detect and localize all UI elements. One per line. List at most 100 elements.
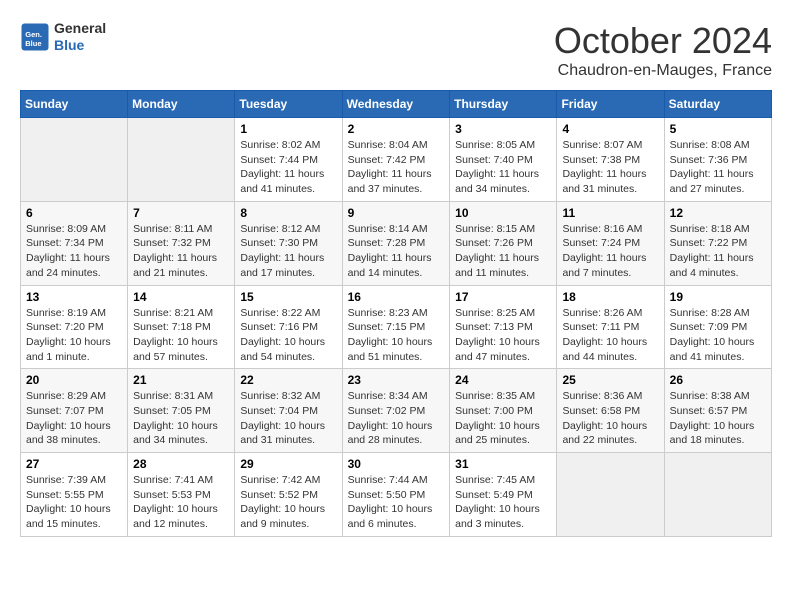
- weekday-header: Saturday: [664, 91, 771, 118]
- day-info: Sunrise: 8:25 AM Sunset: 7:13 PM Dayligh…: [455, 306, 551, 365]
- day-info: Sunrise: 7:39 AM Sunset: 5:55 PM Dayligh…: [26, 473, 122, 532]
- calendar-cell: 28 Sunrise: 7:41 AM Sunset: 5:53 PM Dayli…: [128, 453, 235, 537]
- day-info: Sunrise: 8:32 AM Sunset: 7:04 PM Dayligh…: [240, 389, 336, 448]
- day-info: Sunrise: 8:21 AM Sunset: 7:18 PM Dayligh…: [133, 306, 229, 365]
- day-number: 2: [348, 122, 445, 136]
- day-number: 15: [240, 290, 336, 304]
- logo: Gen. Blue General Blue: [20, 20, 106, 54]
- day-number: 22: [240, 373, 336, 387]
- calendar-cell: [664, 453, 771, 537]
- day-number: 23: [348, 373, 445, 387]
- day-number: 28: [133, 457, 229, 471]
- day-number: 14: [133, 290, 229, 304]
- day-info: Sunrise: 8:05 AM Sunset: 7:40 PM Dayligh…: [455, 138, 551, 197]
- calendar-cell: 27 Sunrise: 7:39 AM Sunset: 5:55 PM Dayli…: [21, 453, 128, 537]
- logo-icon: Gen. Blue: [20, 22, 50, 52]
- day-number: 6: [26, 206, 122, 220]
- day-info: Sunrise: 8:36 AM Sunset: 6:58 PM Dayligh…: [562, 389, 658, 448]
- calendar-cell: 29 Sunrise: 7:42 AM Sunset: 5:52 PM Dayli…: [235, 453, 342, 537]
- day-info: Sunrise: 7:41 AM Sunset: 5:53 PM Dayligh…: [133, 473, 229, 532]
- day-number: 19: [670, 290, 766, 304]
- day-info: Sunrise: 8:19 AM Sunset: 7:20 PM Dayligh…: [26, 306, 122, 365]
- weekday-header: Tuesday: [235, 91, 342, 118]
- calendar-cell: 26 Sunrise: 8:38 AM Sunset: 6:57 PM Dayli…: [664, 369, 771, 453]
- day-number: 7: [133, 206, 229, 220]
- calendar-week-row: 6 Sunrise: 8:09 AM Sunset: 7:34 PM Daylig…: [21, 201, 772, 285]
- day-info: Sunrise: 8:08 AM Sunset: 7:36 PM Dayligh…: [670, 138, 766, 197]
- calendar-table: SundayMondayTuesdayWednesdayThursdayFrid…: [20, 90, 772, 537]
- calendar-cell: [557, 453, 664, 537]
- calendar-cell: 31 Sunrise: 7:45 AM Sunset: 5:49 PM Dayli…: [450, 453, 557, 537]
- weekday-header: Wednesday: [342, 91, 450, 118]
- day-info: Sunrise: 8:02 AM Sunset: 7:44 PM Dayligh…: [240, 138, 336, 197]
- calendar-cell: 17 Sunrise: 8:25 AM Sunset: 7:13 PM Dayli…: [450, 285, 557, 369]
- day-number: 1: [240, 122, 336, 136]
- calendar-cell: 10 Sunrise: 8:15 AM Sunset: 7:26 PM Dayli…: [450, 201, 557, 285]
- day-info: Sunrise: 7:45 AM Sunset: 5:49 PM Dayligh…: [455, 473, 551, 532]
- day-number: 30: [348, 457, 445, 471]
- calendar-cell: 13Sunrise: 8:19 AM Sunset: 7:20 PM Dayli…: [21, 285, 128, 369]
- day-info: Sunrise: 8:28 AM Sunset: 7:09 PM Dayligh…: [670, 306, 766, 365]
- weekday-header: Friday: [557, 91, 664, 118]
- calendar-cell: 15Sunrise: 8:22 AM Sunset: 7:16 PM Dayli…: [235, 285, 342, 369]
- month-title: October 2024: [554, 20, 772, 62]
- calendar-week-row: 13Sunrise: 8:19 AM Sunset: 7:20 PM Dayli…: [21, 285, 772, 369]
- day-number: 3: [455, 122, 551, 136]
- calendar-cell: 6 Sunrise: 8:09 AM Sunset: 7:34 PM Daylig…: [21, 201, 128, 285]
- day-info: Sunrise: 8:26 AM Sunset: 7:11 PM Dayligh…: [562, 306, 658, 365]
- svg-text:Gen.: Gen.: [25, 30, 42, 39]
- page-header: Gen. Blue General Blue October 2024 Chau…: [20, 20, 772, 80]
- day-info: Sunrise: 8:09 AM Sunset: 7:34 PM Dayligh…: [26, 222, 122, 281]
- location: Chaudron-en-Mauges, France: [554, 62, 772, 80]
- day-info: Sunrise: 8:11 AM Sunset: 7:32 PM Dayligh…: [133, 222, 229, 281]
- day-number: 29: [240, 457, 336, 471]
- day-number: 18: [562, 290, 658, 304]
- calendar-cell: 7 Sunrise: 8:11 AM Sunset: 7:32 PM Daylig…: [128, 201, 235, 285]
- calendar-cell: 23 Sunrise: 8:34 AM Sunset: 7:02 PM Dayli…: [342, 369, 450, 453]
- calendar-cell: [128, 118, 235, 202]
- day-number: 20: [26, 373, 122, 387]
- calendar-cell: 14 Sunrise: 8:21 AM Sunset: 7:18 PM Dayli…: [128, 285, 235, 369]
- calendar-cell: 22 Sunrise: 8:32 AM Sunset: 7:04 PM Dayli…: [235, 369, 342, 453]
- day-number: 9: [348, 206, 445, 220]
- day-info: Sunrise: 8:29 AM Sunset: 7:07 PM Dayligh…: [26, 389, 122, 448]
- day-info: Sunrise: 7:44 AM Sunset: 5:50 PM Dayligh…: [348, 473, 445, 532]
- calendar-cell: 21 Sunrise: 8:31 AM Sunset: 7:05 PM Dayli…: [128, 369, 235, 453]
- day-info: Sunrise: 8:31 AM Sunset: 7:05 PM Dayligh…: [133, 389, 229, 448]
- day-number: 27: [26, 457, 122, 471]
- calendar-cell: 19 Sunrise: 8:28 AM Sunset: 7:09 PM Dayli…: [664, 285, 771, 369]
- day-number: 17: [455, 290, 551, 304]
- calendar-week-row: 27 Sunrise: 7:39 AM Sunset: 5:55 PM Dayli…: [21, 453, 772, 537]
- day-number: 8: [240, 206, 336, 220]
- day-info: Sunrise: 8:14 AM Sunset: 7:28 PM Dayligh…: [348, 222, 445, 281]
- calendar-cell: 1 Sunrise: 8:02 AM Sunset: 7:44 PM Daylig…: [235, 118, 342, 202]
- calendar-header-row: SundayMondayTuesdayWednesdayThursdayFrid…: [21, 91, 772, 118]
- calendar-cell: 4Sunrise: 8:07 AM Sunset: 7:38 PM Daylig…: [557, 118, 664, 202]
- calendar-cell: [21, 118, 128, 202]
- weekday-header: Thursday: [450, 91, 557, 118]
- day-number: 5: [670, 122, 766, 136]
- day-number: 12: [670, 206, 766, 220]
- calendar-cell: 16Sunrise: 8:23 AM Sunset: 7:15 PM Dayli…: [342, 285, 450, 369]
- day-info: Sunrise: 7:42 AM Sunset: 5:52 PM Dayligh…: [240, 473, 336, 532]
- svg-text:Blue: Blue: [25, 39, 41, 48]
- weekday-header: Monday: [128, 91, 235, 118]
- calendar-cell: 3 Sunrise: 8:05 AM Sunset: 7:40 PM Daylig…: [450, 118, 557, 202]
- calendar-cell: 11Sunrise: 8:16 AM Sunset: 7:24 PM Dayli…: [557, 201, 664, 285]
- day-number: 11: [562, 206, 658, 220]
- calendar-cell: 12 Sunrise: 8:18 AM Sunset: 7:22 PM Dayli…: [664, 201, 771, 285]
- day-info: Sunrise: 8:04 AM Sunset: 7:42 PM Dayligh…: [348, 138, 445, 197]
- day-number: 31: [455, 457, 551, 471]
- day-info: Sunrise: 8:15 AM Sunset: 7:26 PM Dayligh…: [455, 222, 551, 281]
- day-number: 24: [455, 373, 551, 387]
- day-info: Sunrise: 8:34 AM Sunset: 7:02 PM Dayligh…: [348, 389, 445, 448]
- day-number: 10: [455, 206, 551, 220]
- day-info: Sunrise: 8:35 AM Sunset: 7:00 PM Dayligh…: [455, 389, 551, 448]
- calendar-cell: 20 Sunrise: 8:29 AM Sunset: 7:07 PM Dayli…: [21, 369, 128, 453]
- day-info: Sunrise: 8:38 AM Sunset: 6:57 PM Dayligh…: [670, 389, 766, 448]
- calendar-cell: 9 Sunrise: 8:14 AM Sunset: 7:28 PM Daylig…: [342, 201, 450, 285]
- day-number: 21: [133, 373, 229, 387]
- weekday-header: Sunday: [21, 91, 128, 118]
- day-number: 26: [670, 373, 766, 387]
- day-info: Sunrise: 8:18 AM Sunset: 7:22 PM Dayligh…: [670, 222, 766, 281]
